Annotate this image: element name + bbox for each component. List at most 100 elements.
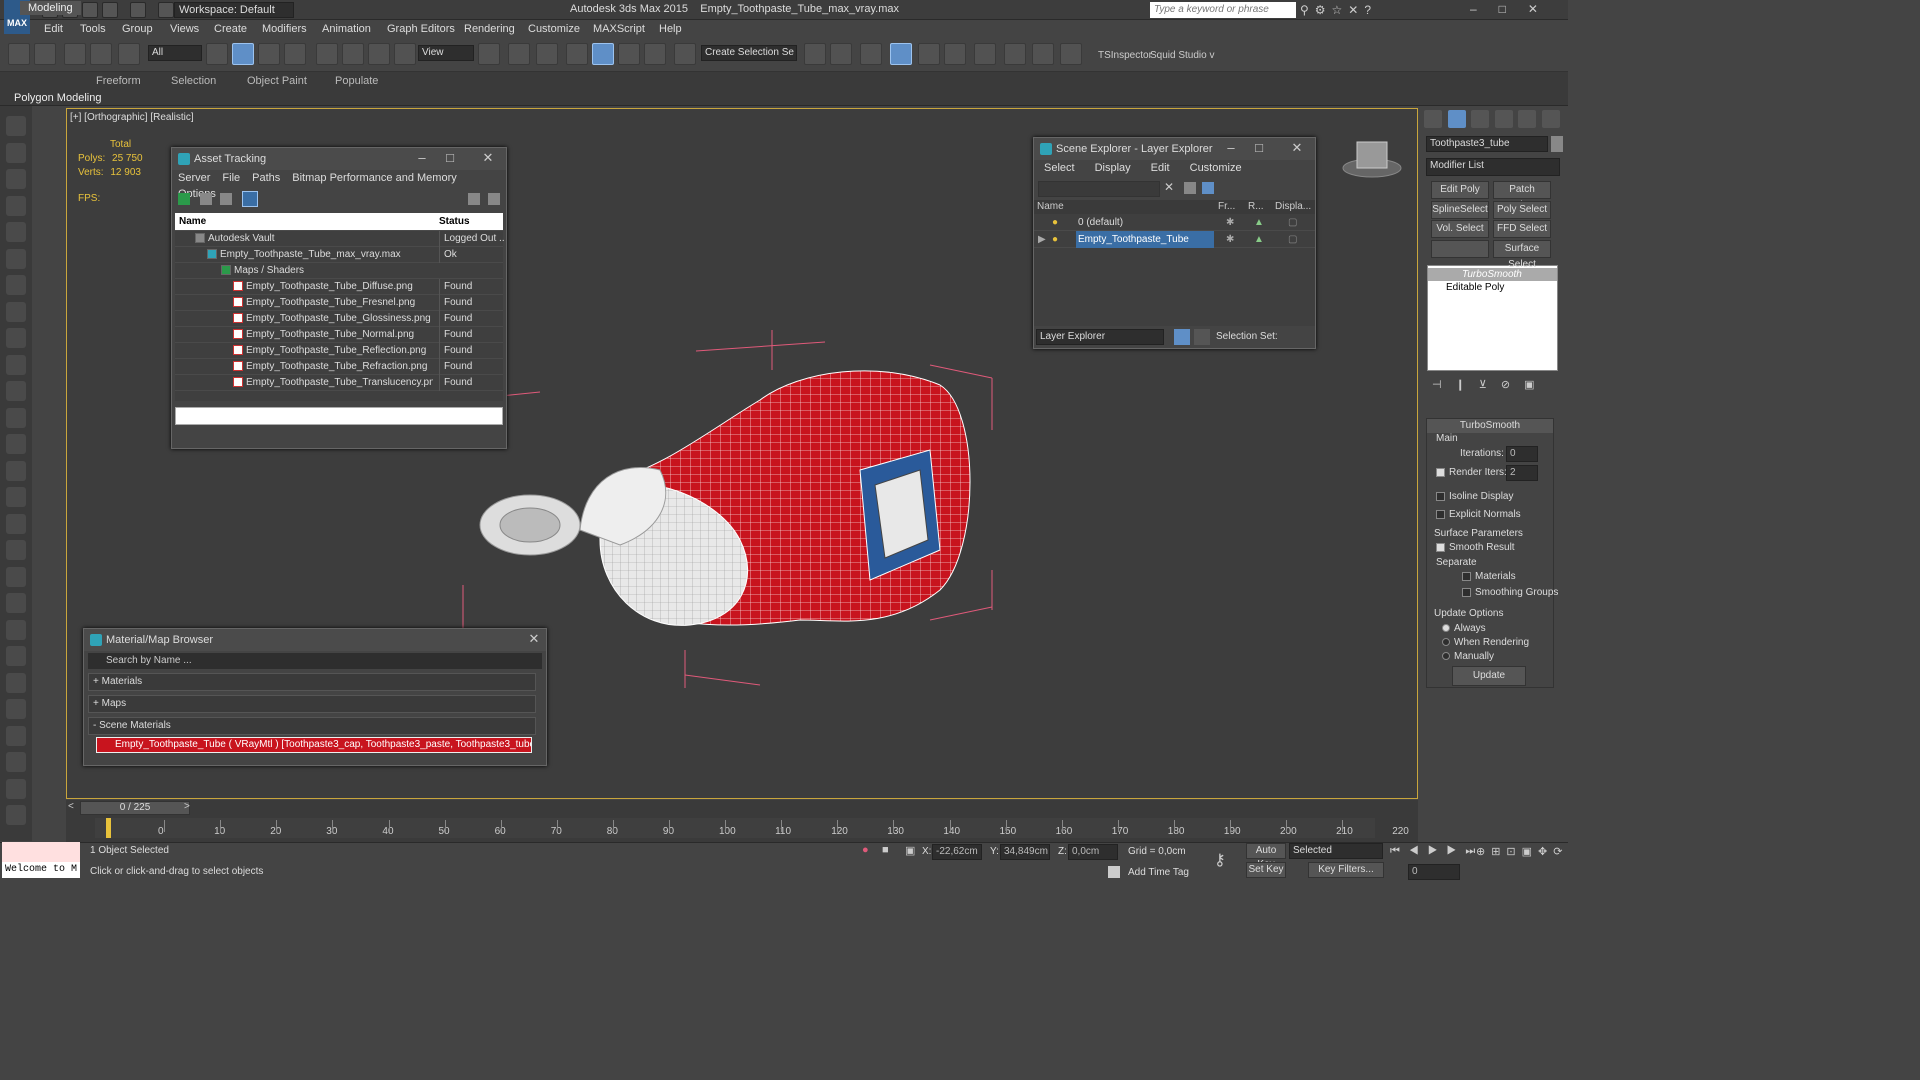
toolbar-tool-icon[interactable] <box>830 43 852 65</box>
key-filters-button[interactable]: Key Filters... <box>1308 862 1384 878</box>
y-coordinate[interactable]: 34,849cm <box>1000 844 1050 860</box>
settings-icon[interactable] <box>488 193 500 205</box>
key-set-dropdown[interactable]: Selected <box>1289 843 1383 859</box>
freeze-icon[interactable]: ✱ <box>1226 214 1234 231</box>
squidstudio-plugin[interactable]: Squid Studio v <box>1150 50 1215 61</box>
toolbar-tool-icon[interactable] <box>478 43 500 65</box>
update-manually-radio[interactable]: Manually <box>1442 651 1494 662</box>
close-icon[interactable]: ✕ <box>478 148 498 170</box>
asset-tracking-window[interactable]: Asset Tracking – □ ✕ Server File Paths Bitm… <box>171 147 507 449</box>
modifier-button-5[interactable]: FFD Select <box>1493 220 1551 238</box>
material-group-2[interactable]: - Scene Materials <box>88 717 536 735</box>
left-tool-icon[interactable] <box>6 222 26 242</box>
toolbar-tool-icon[interactable] <box>64 43 86 65</box>
object-name-field[interactable]: Toothpaste3_tube <box>1426 136 1548 152</box>
display-icon[interactable]: ▢ <box>1288 231 1297 248</box>
explorer-type-dropdown[interactable]: Layer Explorer <box>1036 329 1164 345</box>
command-panel-tab-icon[interactable] <box>1518 110 1536 128</box>
left-tool-icon[interactable] <box>6 513 26 534</box>
object-color-swatch[interactable] <box>1551 136 1563 152</box>
layer-mode-icon[interactable] <box>1174 329 1190 345</box>
iterations-spinner[interactable]: 0 <box>1506 446 1538 462</box>
toolbar-tool-icon[interactable] <box>316 43 338 65</box>
explicit-normals-checkbox[interactable]: Explicit Normals <box>1436 509 1521 520</box>
left-tool-icon[interactable] <box>6 805 26 825</box>
workspace-dropdown[interactable]: Workspace: Default <box>174 2 294 18</box>
auto-key-button[interactable]: Auto Key <box>1246 843 1286 870</box>
close-icon[interactable]: ✕ <box>524 629 544 651</box>
col-name[interactable]: Name <box>179 213 206 231</box>
set-key-button[interactable]: Set Key <box>1246 862 1286 878</box>
isoline-checkbox[interactable]: Isoline Display <box>1436 491 1513 502</box>
asset-tracking-header[interactable]: Asset Tracking – □ ✕ <box>172 148 506 170</box>
detail-view-icon[interactable] <box>220 193 232 205</box>
render-iters-toggle[interactable]: Render Iters: <box>1436 467 1507 478</box>
list-view-icon[interactable] <box>200 193 212 205</box>
toolbar-tool-icon[interactable] <box>618 43 640 65</box>
command-panel-tab-icon[interactable] <box>1424 110 1442 128</box>
viewport-label[interactable]: [+] [Orthographic] [Realistic] <box>70 112 194 123</box>
left-tool-icon[interactable] <box>6 778 26 799</box>
selection-filter-dropdown[interactable]: All <box>148 45 202 61</box>
menu-tools[interactable]: Tools <box>80 23 106 35</box>
toolbar-tool-icon[interactable] <box>944 43 966 65</box>
toolbar-tool-icon[interactable] <box>232 43 254 65</box>
render-iters-spinner[interactable]: 2 <box>1506 465 1538 481</box>
minimize-icon[interactable]: – <box>1221 138 1241 160</box>
toolbar-tool-icon[interactable] <box>368 43 390 65</box>
stack-item-editable-poly[interactable]: Editable Poly <box>1428 281 1557 294</box>
asset-row[interactable]: Autodesk Vault Logged Out ... <box>175 231 505 247</box>
modifier-button-1[interactable]: Patch Select <box>1493 181 1551 211</box>
playback-controls[interactable]: ⏮◀▶▶⏭ <box>1390 845 1484 858</box>
hierarchy-mode-icon[interactable] <box>1194 329 1210 345</box>
toolbar-tool-icon[interactable] <box>890 43 912 65</box>
asset-menu-bitmap-performance-and-memory[interactable]: Bitmap Performance and Memory <box>286 170 462 186</box>
menu-graph-editors[interactable]: Graph Editors <box>387 23 455 35</box>
left-tool-icon[interactable] <box>6 725 26 746</box>
left-tool-icon[interactable] <box>6 460 26 481</box>
scene-menu-edit[interactable]: Edit <box>1141 160 1180 176</box>
freeze-icon[interactable]: ✱ <box>1226 231 1234 248</box>
toolbar-tool-icon[interactable] <box>284 43 306 65</box>
scene-menu-display[interactable]: Display <box>1085 160 1141 176</box>
lightbulb-icon[interactable]: ● <box>1052 214 1058 231</box>
toolbar-tool-icon[interactable] <box>804 43 826 65</box>
render-icon[interactable]: ▲ <box>1254 231 1264 248</box>
toolbar-tool-icon[interactable] <box>118 43 140 65</box>
tab-populate[interactable]: Populate <box>335 75 378 87</box>
separate-smoothing-checkbox[interactable]: Smoothing Groups <box>1462 587 1558 598</box>
toolbar-tool-icon[interactable] <box>90 43 112 65</box>
modifier-button-4[interactable]: Vol. Select <box>1431 220 1489 238</box>
toolbar-tool-icon[interactable] <box>8 43 30 65</box>
menu-edit[interactable]: Edit <box>44 23 63 35</box>
scene-menu-customize[interactable]: Customize <box>1180 160 1252 176</box>
left-tool-icon[interactable] <box>6 699 26 719</box>
key-icon[interactable]: ⚷ <box>1214 850 1226 870</box>
toolbar-tool-icon[interactable] <box>974 43 996 65</box>
time-prev-icon[interactable]: < <box>68 801 74 812</box>
toolbar-tool-icon[interactable] <box>860 43 882 65</box>
time-slider[interactable]: 0 / 225 <box>80 801 190 815</box>
left-tool-icon[interactable] <box>6 381 26 401</box>
refresh-icon[interactable] <box>178 193 190 205</box>
menu-customize[interactable]: Customize <box>528 23 580 35</box>
modifier-stack[interactable]: TurboSmooth Editable Poly <box>1427 265 1558 371</box>
tab-freeform[interactable]: Freeform <box>96 75 141 87</box>
lightbulb-icon[interactable]: ● <box>1052 231 1058 248</box>
viewcube-icon[interactable] <box>1340 136 1404 182</box>
modifier-button-2[interactable]: SplineSelect <box>1431 200 1489 219</box>
toolbar-tool-icon[interactable] <box>1060 43 1082 65</box>
toolbar-tool-icon[interactable] <box>508 43 530 65</box>
separate-materials-checkbox[interactable]: Materials <box>1462 571 1516 582</box>
viewport-navigation-icons[interactable]: ⊕⊞⊡▣✥⟳ <box>1476 845 1568 858</box>
left-tool-icon[interactable] <box>6 195 26 216</box>
save-file-icon[interactable] <box>82 2 98 18</box>
isolate-icon[interactable]: ● <box>862 844 869 856</box>
asset-menu-file[interactable]: File <box>216 170 246 186</box>
time-next-icon[interactable]: > <box>184 801 190 812</box>
undo-icon[interactable] <box>102 2 118 18</box>
scene-menu-select[interactable]: Select <box>1034 160 1085 176</box>
left-tool-icon[interactable] <box>6 407 26 428</box>
col-name[interactable]: Name <box>1037 201 1064 212</box>
modifier-button-0[interactable]: Edit Poly <box>1431 181 1489 199</box>
